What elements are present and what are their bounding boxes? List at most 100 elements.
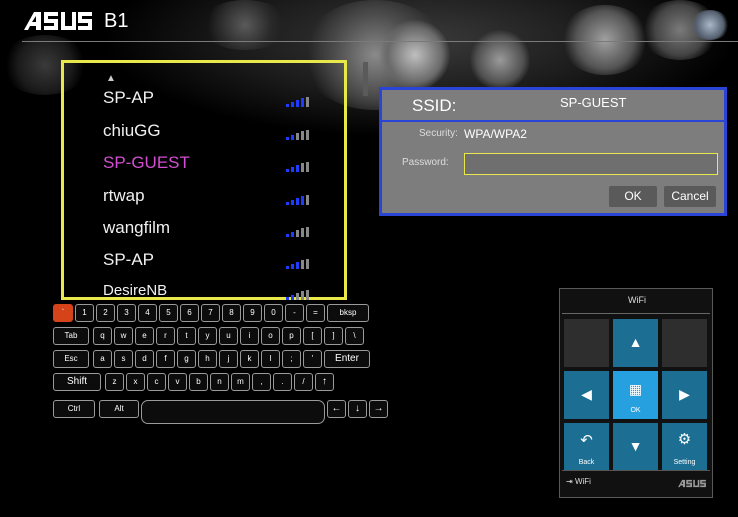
ssid-row: SSID: SP-GUEST (379, 87, 727, 123)
signal-strength-icon (286, 290, 316, 300)
key-b[interactable]: b (189, 373, 208, 391)
connect-dialog: Security: WPA/WPA2 Password: OK Cancel (379, 122, 727, 216)
key-right-bracket[interactable]: ] (324, 327, 343, 345)
key-space[interactable] (141, 400, 325, 424)
key-backtick[interactable]: ` (53, 304, 73, 322)
key-shift[interactable]: Shift (53, 373, 101, 391)
network-item[interactable]: SP-AP (103, 88, 154, 108)
arrow-left-icon: ◀ (581, 386, 592, 402)
network-item[interactable]: chiuGG (103, 121, 161, 141)
key-v[interactable]: v (168, 373, 187, 391)
remote-footer-wifi: ⇥ WiFi (566, 477, 591, 486)
key-g[interactable]: g (177, 350, 196, 368)
key-q[interactable]: q (93, 327, 112, 345)
key-f[interactable]: f (156, 350, 175, 368)
security-label: Security: (419, 128, 458, 139)
key-arrow-right[interactable]: → (369, 400, 388, 418)
key-minus[interactable]: - (285, 304, 304, 322)
key-left-bracket[interactable]: [ (303, 327, 322, 345)
remote-setting-button[interactable]: ⚙ Setting (662, 423, 707, 471)
network-item[interactable]: DesireNB (103, 282, 167, 299)
key-k[interactable]: k (240, 350, 259, 368)
network-item-selected[interactable]: SP-GUEST (103, 153, 190, 173)
network-item[interactable]: SP-AP (103, 250, 154, 270)
key-slash[interactable]: / (294, 373, 313, 391)
key-0[interactable]: 0 (264, 304, 283, 322)
key-ctrl[interactable]: Ctrl (53, 400, 95, 418)
key-a[interactable]: a (93, 350, 112, 368)
network-item[interactable]: rtwap (103, 186, 145, 206)
key-tab[interactable]: Tab (53, 327, 89, 345)
key-e[interactable]: e (135, 327, 154, 345)
wifi-network-list[interactable]: ▲ SP-AP chiuGG SP-GUEST rtwap wangfilm S… (61, 60, 347, 300)
key-c[interactable]: c (147, 373, 166, 391)
remote-back-button[interactable]: ↶ Back (564, 423, 609, 471)
key-enter[interactable]: Enter (324, 350, 370, 368)
signal-strength-icon (286, 130, 316, 140)
key-esc[interactable]: Esc (53, 350, 89, 368)
cancel-button[interactable]: Cancel (664, 186, 716, 207)
remote-ok-label: OK (630, 407, 641, 414)
key-x[interactable]: x (126, 373, 145, 391)
key-l[interactable]: l (261, 350, 280, 368)
key-equals[interactable]: = (306, 304, 325, 322)
key-arrow-up[interactable]: ↑ (315, 373, 334, 391)
key-j[interactable]: j (219, 350, 238, 368)
remote-setting-label: Setting (673, 459, 696, 466)
key-arrow-left[interactable]: ← (327, 400, 346, 418)
key-z[interactable]: z (105, 373, 124, 391)
key-m[interactable]: m (231, 373, 250, 391)
key-i[interactable]: i (240, 327, 259, 345)
key-5[interactable]: 5 (159, 304, 178, 322)
key-y[interactable]: y (198, 327, 217, 345)
key-6[interactable]: 6 (180, 304, 199, 322)
key-9[interactable]: 9 (243, 304, 262, 322)
key-r[interactable]: r (156, 327, 175, 345)
network-item[interactable]: wangfilm (103, 218, 170, 238)
header-divider (22, 41, 738, 42)
key-s[interactable]: s (114, 350, 133, 368)
key-n[interactable]: n (210, 373, 229, 391)
signal-strength-icon (286, 195, 316, 205)
arrow-down-icon: ▼ (628, 438, 643, 454)
key-2[interactable]: 2 (96, 304, 115, 322)
key-d[interactable]: d (135, 350, 154, 368)
remote-up-button[interactable]: ▲ (613, 319, 658, 367)
remote-title: WiFi (628, 295, 646, 305)
remote-left-button[interactable]: ◀ (564, 371, 609, 419)
key-4[interactable]: 4 (138, 304, 157, 322)
key-semicolon[interactable]: ; (282, 350, 301, 368)
key-3[interactable]: 3 (117, 304, 136, 322)
key-t[interactable]: t (177, 327, 196, 345)
header: B1 (0, 0, 738, 42)
key-w[interactable]: w (114, 327, 133, 345)
key-h[interactable]: h (198, 350, 217, 368)
back-icon: ↶ (580, 432, 593, 449)
key-p[interactable]: p (282, 327, 301, 345)
remote-down-button[interactable]: ▼ (613, 423, 658, 471)
password-input[interactable] (464, 153, 718, 175)
remote-right-button[interactable]: ▶ (662, 371, 707, 419)
key-comma[interactable]: , (252, 373, 271, 391)
password-label: Password: (402, 157, 449, 168)
ok-button[interactable]: OK (609, 186, 657, 207)
key-8[interactable]: 8 (222, 304, 241, 322)
remote-control-panel: WiFi ▲ ◀ ▦ OK ▶ ↶ Back ▼ ⚙ Setting ⇥ WiF… (559, 288, 713, 498)
key-quote[interactable]: ' (303, 350, 322, 368)
key-7[interactable]: 7 (201, 304, 220, 322)
signal-strength-icon (286, 227, 316, 237)
key-u[interactable]: u (219, 327, 238, 345)
asus-logo-small (678, 479, 706, 488)
remote-ok-button[interactable]: ▦ OK (613, 371, 658, 419)
list-scrollbar[interactable] (363, 62, 368, 96)
key-backslash[interactable]: \ (345, 327, 364, 345)
key-period[interactable]: . (273, 373, 292, 391)
key-backspace[interactable]: bksp (327, 304, 369, 322)
key-arrow-down[interactable]: ↓ (348, 400, 367, 418)
remote-divider (562, 313, 710, 314)
key-1[interactable]: 1 (75, 304, 94, 322)
scroll-up-arrow-icon[interactable]: ▲ (106, 73, 116, 84)
key-o[interactable]: o (261, 327, 280, 345)
on-screen-keyboard: ` 1 2 3 4 5 6 7 8 9 0 - = bksp Tab q w e… (53, 300, 393, 430)
key-alt[interactable]: Alt (99, 400, 139, 418)
